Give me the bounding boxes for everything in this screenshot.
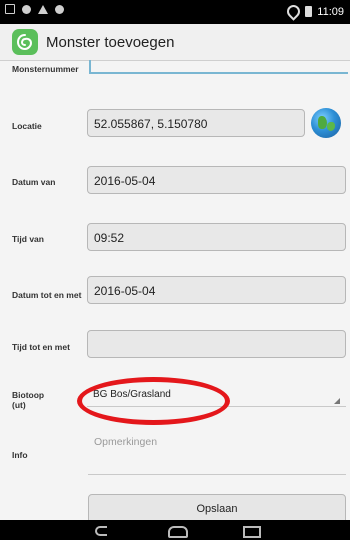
status-bar: 11:09 xyxy=(0,0,350,24)
opmerkingen-input[interactable]: Opmerkingen xyxy=(88,436,346,475)
datum-van-label: Datum van xyxy=(12,177,56,187)
monsternummer-input[interactable] xyxy=(89,60,348,74)
tijd-van-field[interactable]: 09:52 xyxy=(87,223,346,251)
biotoop-label: Biotoop xyxy=(12,390,45,400)
recent-apps-icon[interactable] xyxy=(243,526,261,538)
datum-van-field[interactable]: 2016-05-04 xyxy=(87,166,346,194)
info-label: Info xyxy=(12,450,28,460)
tijd-tot-field[interactable] xyxy=(87,330,346,358)
locatie-field[interactable]: 52.055867, 5.150780 xyxy=(87,109,305,137)
locatie-label: Locatie xyxy=(12,121,42,131)
biotoop-unit-label: (ut) xyxy=(12,400,26,410)
home-icon[interactable] xyxy=(168,526,188,538)
tijd-tot-label: Tijd tot en met xyxy=(12,342,70,352)
tijd-van-label: Tijd van xyxy=(12,234,44,244)
datum-tot-field[interactable]: 2016-05-04 xyxy=(87,276,346,304)
datum-tot-label: Datum tot en met xyxy=(12,290,82,300)
dropdown-arrow-icon xyxy=(334,398,340,404)
back-icon[interactable] xyxy=(95,526,107,536)
notification-icons xyxy=(5,4,64,14)
wifi-icon xyxy=(284,2,303,21)
notification-icon xyxy=(38,4,48,14)
notification-icon xyxy=(22,4,31,14)
action-bar: Monster toevoegen xyxy=(0,24,350,61)
notification-icon xyxy=(55,4,64,14)
battery-icon xyxy=(305,6,313,17)
navigation-bar xyxy=(0,520,350,540)
clock: 11:09 xyxy=(317,5,344,18)
notification-icon xyxy=(5,4,15,14)
annotation-circle xyxy=(77,377,230,425)
globe-icon[interactable] xyxy=(311,108,341,138)
app-logo-icon[interactable] xyxy=(12,29,38,55)
page-title: Monster toevoegen xyxy=(46,33,175,51)
monsternummer-label: Monsternummer xyxy=(12,64,79,74)
opmerkingen-placeholder: Opmerkingen xyxy=(94,436,158,448)
